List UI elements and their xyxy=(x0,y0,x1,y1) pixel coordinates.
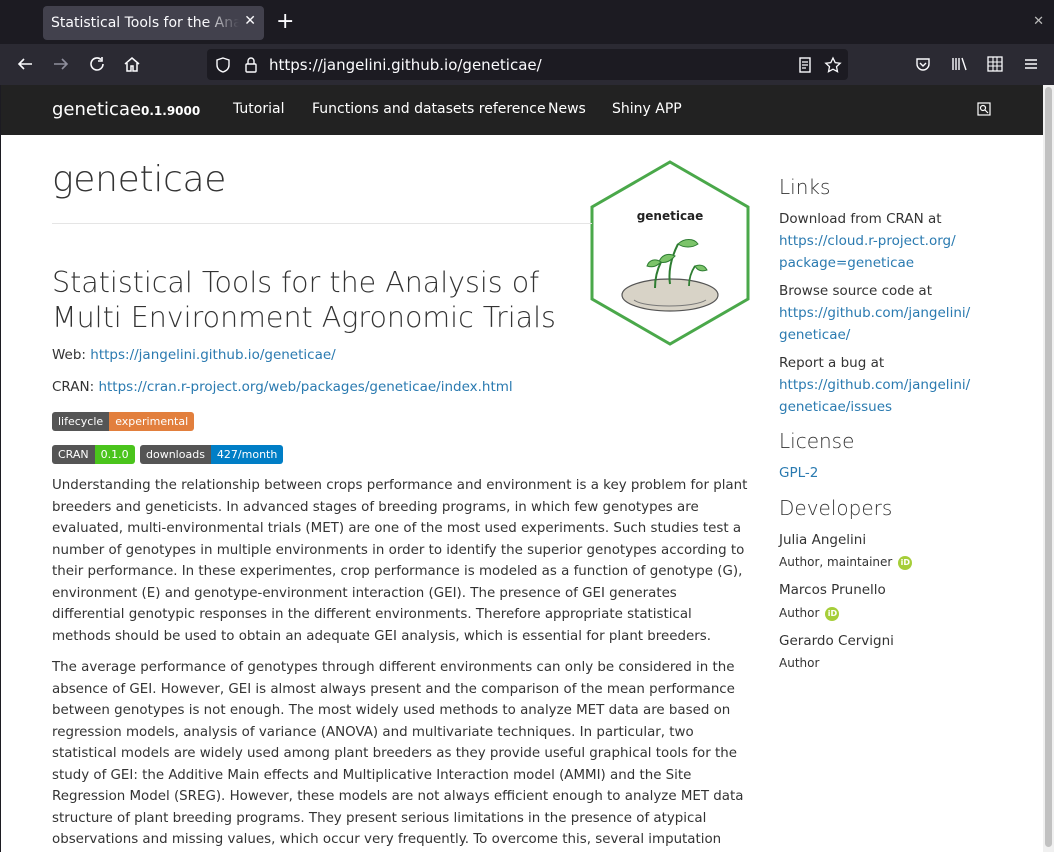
orcid-icon[interactable]: iD xyxy=(898,555,913,570)
web-line: Web: https://jangelini.github.io/genetic… xyxy=(52,347,336,363)
scrollbar-thumb[interactable] xyxy=(1045,87,1052,847)
pocket-icon[interactable] xyxy=(911,52,935,76)
developers-heading: Developers xyxy=(779,496,893,520)
license-heading: License xyxy=(779,429,855,453)
badge-label: lifecycle xyxy=(52,412,110,431)
lock-icon[interactable] xyxy=(239,53,263,77)
link-line[interactable]: https://github.com/jangelini/ xyxy=(779,377,970,393)
back-icon[interactable] xyxy=(13,52,37,76)
source-text: Browse source code at xyxy=(779,283,932,299)
link-line[interactable]: geneticae/issues xyxy=(779,399,892,415)
cran-text: Download from CRAN at xyxy=(779,211,942,227)
title-divider xyxy=(52,223,592,224)
home-icon[interactable] xyxy=(120,52,144,76)
cran-label: CRAN: xyxy=(52,379,95,395)
badge-value: experimental xyxy=(109,412,195,431)
page-subtitle: Statistical Tools for the Analysis of Mu… xyxy=(52,266,556,334)
orcid-icon[interactable]: iD xyxy=(825,606,840,621)
intro-paragraph-2: The average performance of genotypes thr… xyxy=(52,660,744,847)
nav-link-news[interactable]: News xyxy=(548,101,586,117)
version-label: 0.1.9000 xyxy=(141,104,201,118)
reload-icon[interactable] xyxy=(85,52,109,76)
reader-icon[interactable] xyxy=(793,53,817,77)
window-close-icon[interactable]: ✕ xyxy=(1033,14,1044,29)
url-bar[interactable]: https://jangelini.github.io/geneticae/ xyxy=(207,49,848,80)
developer-role: Author, maintainer iD xyxy=(779,555,913,570)
lifecycle-badge[interactable]: lifecycle experimental xyxy=(52,412,195,431)
site-brand[interactable]: geneticae xyxy=(52,99,141,120)
web-label: Web: xyxy=(52,347,86,363)
badge-label: CRAN xyxy=(52,445,95,464)
role-text: Author xyxy=(779,606,820,620)
developer-name: Julia Angelini xyxy=(779,532,867,548)
developer-role: Author iD xyxy=(779,606,840,621)
tab-title: Statistical Tools for the Analysis of Mu… xyxy=(51,15,239,31)
nav-link-shiny-app[interactable]: Shiny APP xyxy=(612,101,682,117)
browser-tab[interactable]: Statistical Tools for the Analysis of Mu… xyxy=(43,6,264,40)
link-line[interactable]: package=geneticae xyxy=(779,255,914,271)
badge-label: downloads xyxy=(140,445,211,464)
source-link[interactable]: https://github.com/jangelini/ geneticae/ xyxy=(779,303,970,346)
link-line[interactable]: geneticae/ xyxy=(779,327,850,343)
nav-link-reference[interactable]: Functions and datasets reference xyxy=(312,101,546,117)
web-page: geneticae 0.1.9000 Tutorial Functions an… xyxy=(1,85,1043,852)
cran-download-link[interactable]: https://cloud.r-project.org/ package=gen… xyxy=(779,231,956,274)
cran-line: CRAN: https://cran.r-project.org/web/pac… xyxy=(52,379,513,395)
cran-link[interactable]: https://cran.r-project.org/web/packages/… xyxy=(98,379,512,395)
page-scrollbar[interactable] xyxy=(1043,85,1054,852)
link-line[interactable]: https://github.com/jangelini/ xyxy=(779,305,970,321)
intro-paragraph-1: Understanding the relationship between c… xyxy=(52,478,748,644)
tab-bar: Statistical Tools for the Analysis of Mu… xyxy=(0,0,1054,44)
logo-text: geneticae xyxy=(637,209,704,223)
downloads-badge[interactable]: downloads 427/month xyxy=(140,445,284,464)
extensions-icon[interactable] xyxy=(983,52,1007,76)
badge-value: 427/month xyxy=(210,445,284,464)
license-value[interactable]: GPL-2 xyxy=(779,465,818,481)
license-link[interactable]: GPL-2 xyxy=(779,463,818,485)
site-navbar: geneticae 0.1.9000 Tutorial Functions an… xyxy=(1,85,1043,135)
url-text[interactable]: https://jangelini.github.io/geneticae/ xyxy=(269,56,542,74)
badge-value: 0.1.0 xyxy=(94,445,135,464)
shield-icon[interactable] xyxy=(211,53,235,77)
links-heading: Links xyxy=(779,175,831,199)
page-title: geneticae xyxy=(52,159,227,200)
tab-close-icon[interactable]: ✕ xyxy=(244,13,256,29)
package-logo: geneticae xyxy=(590,160,750,346)
developer-name: Marcos Prunello xyxy=(779,582,886,598)
bookmark-star-icon[interactable] xyxy=(821,53,845,77)
browser-toolbar: https://jangelini.github.io/geneticae/ xyxy=(0,44,1054,85)
library-icon[interactable] xyxy=(947,52,971,76)
role-text: Author, maintainer xyxy=(779,555,893,569)
cran-badge[interactable]: CRAN 0.1.0 xyxy=(52,445,135,464)
bug-link[interactable]: https://github.com/jangelini/ geneticae/… xyxy=(779,375,970,418)
link-line[interactable]: https://cloud.r-project.org/ xyxy=(779,233,956,249)
bug-text: Report a bug at xyxy=(779,355,885,371)
forward-icon[interactable] xyxy=(49,52,73,76)
web-link[interactable]: https://jangelini.github.io/geneticae/ xyxy=(90,347,335,363)
nav-link-tutorial[interactable]: Tutorial xyxy=(233,101,284,117)
menu-icon[interactable] xyxy=(1019,52,1043,76)
search-icon[interactable] xyxy=(977,101,991,116)
developer-name: Gerardo Cervigni xyxy=(779,633,894,649)
new-tab-icon[interactable]: + xyxy=(276,10,294,34)
developer-role: Author xyxy=(779,656,820,670)
